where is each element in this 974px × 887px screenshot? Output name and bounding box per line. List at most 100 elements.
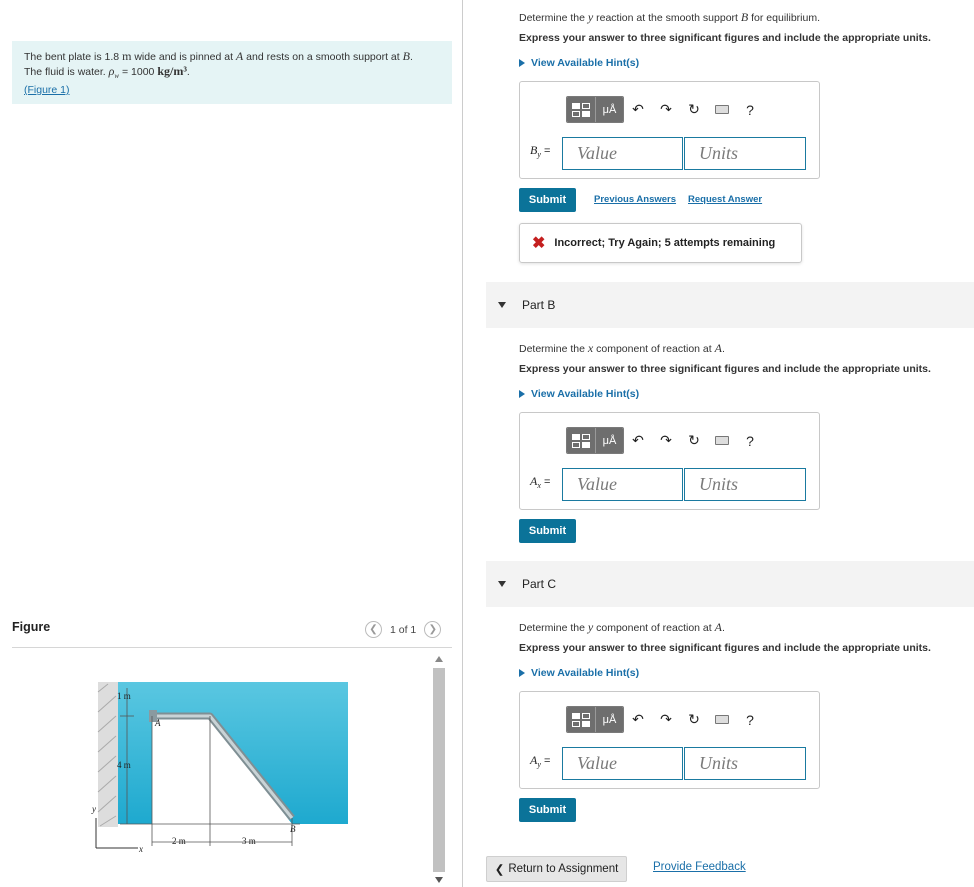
figure-scrollbar[interactable] <box>431 654 448 887</box>
part-a-answer-label: By = <box>530 143 551 160</box>
part-b-submit-button[interactable]: Submit <box>519 519 576 543</box>
part-b-answer-box: μÅ ↶ ↷ ↻ ? Ax = Value Units <box>519 412 820 510</box>
problem-line-2: The fluid is water. ρw = 1000 kg/m³. <box>24 64 190 81</box>
help-button[interactable]: ? <box>736 706 764 733</box>
mu-angstrom-icon: μÅ <box>602 103 617 116</box>
var-b: B <box>402 49 410 63</box>
scroll-thumb[interactable] <box>433 668 445 872</box>
redo-button[interactable]: ↷ <box>652 427 680 454</box>
undo-button[interactable]: ↶ <box>624 706 652 733</box>
dim-4m: 4 m <box>117 760 131 770</box>
templates-button[interactable] <box>567 97 595 122</box>
reset-button[interactable]: ↻ <box>680 427 708 454</box>
dim-2m: 2 m <box>172 836 186 846</box>
units-button[interactable]: μÅ <box>595 97 623 122</box>
keyboard-icon <box>715 715 729 724</box>
reset-button[interactable]: ↻ <box>680 706 708 733</box>
undo-button[interactable]: ↶ <box>624 96 652 123</box>
help-button[interactable]: ? <box>736 427 764 454</box>
figure-divider <box>12 647 452 648</box>
problem-line-1: The bent plate is 1.8 m wide and is pinn… <box>24 49 413 63</box>
part-a-submit-button[interactable]: Submit <box>519 188 576 212</box>
figure-link[interactable]: (Figure 1) <box>24 84 70 96</box>
undo-button[interactable]: ↶ <box>624 427 652 454</box>
figure-pager: ❮ 1 of 1 ❯ <box>365 621 442 638</box>
undo-icon: ↶ <box>632 432 644 448</box>
part-c-value-input[interactable]: Value <box>562 747 683 780</box>
templates-button[interactable] <box>567 428 595 453</box>
part-b-answer-label: Ax = <box>530 474 551 491</box>
redo-button[interactable]: ↷ <box>652 706 680 733</box>
part-c-submit-button[interactable]: Submit <box>519 798 576 822</box>
part-c-toolbar: μÅ ↶ ↷ ↻ ? <box>566 706 764 733</box>
part-a-hint-toggle[interactable]: View Available Hint(s) <box>519 57 639 69</box>
incorrect-icon: ✖ <box>532 235 546 252</box>
part-c-units-input[interactable]: Units <box>684 747 806 780</box>
bent-plate-figure: 1 m 4 m 2 m 3 m A B x y <box>91 682 348 854</box>
caret-right-icon <box>519 669 525 677</box>
return-to-assignment-button[interactable]: ❮ Return to Assignment <box>486 856 627 882</box>
part-a-feedback: ✖ Incorrect; Try Again; 5 attempts remai… <box>519 223 802 263</box>
part-a-prompt: Determine the y reaction at the smooth s… <box>519 10 820 24</box>
part-a-units-input[interactable]: Units <box>684 137 806 170</box>
units-button[interactable]: μÅ <box>595 428 623 453</box>
pager-text: 1 of 1 <box>390 623 417 636</box>
figure-title: Figure <box>12 620 51 634</box>
reset-icon: ↻ <box>688 101 700 117</box>
redo-button[interactable]: ↷ <box>652 96 680 123</box>
part-c-prompt: Determine the y component of reaction at… <box>519 620 725 634</box>
templates-icon <box>572 712 590 727</box>
previous-answers-link[interactable]: Previous Answers <box>594 194 676 205</box>
caret-down-icon <box>498 581 506 587</box>
part-c-answer-label: Ay = <box>530 753 551 770</box>
redo-icon: ↷ <box>660 101 672 117</box>
help-button[interactable]: ? <box>736 96 764 123</box>
part-c-answer-box: μÅ ↶ ↷ ↻ ? Ay = Value Units <box>519 691 820 789</box>
help-icon: ? <box>746 711 754 728</box>
keyboard-button[interactable] <box>708 427 736 454</box>
label-a: A <box>154 718 161 728</box>
next-figure-button[interactable]: ❯ <box>424 621 442 638</box>
mu-angstrom-icon: μÅ <box>602 434 617 447</box>
provide-feedback-link[interactable]: Provide Feedback <box>653 861 746 873</box>
dim-1m: 1 m <box>117 691 131 701</box>
reset-icon: ↻ <box>688 432 700 448</box>
problem-statement: The bent plate is 1.8 m wide and is pinn… <box>12 41 452 104</box>
dim-3m: 3 m <box>242 836 256 846</box>
chevron-left-icon: ❮ <box>369 624 378 635</box>
units-button[interactable]: μÅ <box>595 707 623 732</box>
undo-icon: ↶ <box>632 711 644 727</box>
part-c-instructions: Express your answer to three significant… <box>519 642 931 654</box>
part-b-units-input[interactable]: Units <box>684 468 806 501</box>
part-b-hint-toggle[interactable]: View Available Hint(s) <box>519 388 639 400</box>
keyboard-button[interactable] <box>708 96 736 123</box>
scroll-up-icon[interactable] <box>435 656 443 662</box>
prev-figure-button[interactable]: ❮ <box>365 621 382 638</box>
reset-button[interactable]: ↻ <box>680 96 708 123</box>
part-b-value-input[interactable]: Value <box>562 468 683 501</box>
part-b-prompt: Determine the x component of reaction at… <box>519 341 725 355</box>
templates-icon <box>572 433 590 448</box>
panel-divider <box>462 0 463 887</box>
part-c-header[interactable]: Part C <box>486 561 974 607</box>
part-b-instructions: Express your answer to three significant… <box>519 363 931 375</box>
chevron-left-icon: ❮ <box>494 864 505 876</box>
keyboard-icon <box>715 105 729 114</box>
label-b: B <box>290 824 296 834</box>
redo-icon: ↷ <box>660 432 672 448</box>
request-answer-link[interactable]: Request Answer <box>688 194 762 205</box>
reset-icon: ↻ <box>688 711 700 727</box>
part-b-header[interactable]: Part B <box>486 282 974 328</box>
part-c-hint-toggle[interactable]: View Available Hint(s) <box>519 667 639 679</box>
axis-x-label: x <box>138 844 143 854</box>
density-unit: kg/m³ <box>157 64 187 78</box>
templates-icon <box>572 102 590 117</box>
help-icon: ? <box>746 101 754 118</box>
undo-icon: ↶ <box>632 101 644 117</box>
water-region <box>118 682 348 824</box>
keyboard-button[interactable] <box>708 706 736 733</box>
part-a-value-input[interactable]: Value <box>562 137 683 170</box>
templates-button[interactable] <box>567 707 595 732</box>
scroll-down-icon[interactable] <box>435 877 443 883</box>
part-a-toolbar: μÅ ↶ ↷ ↻ ? <box>566 96 764 123</box>
